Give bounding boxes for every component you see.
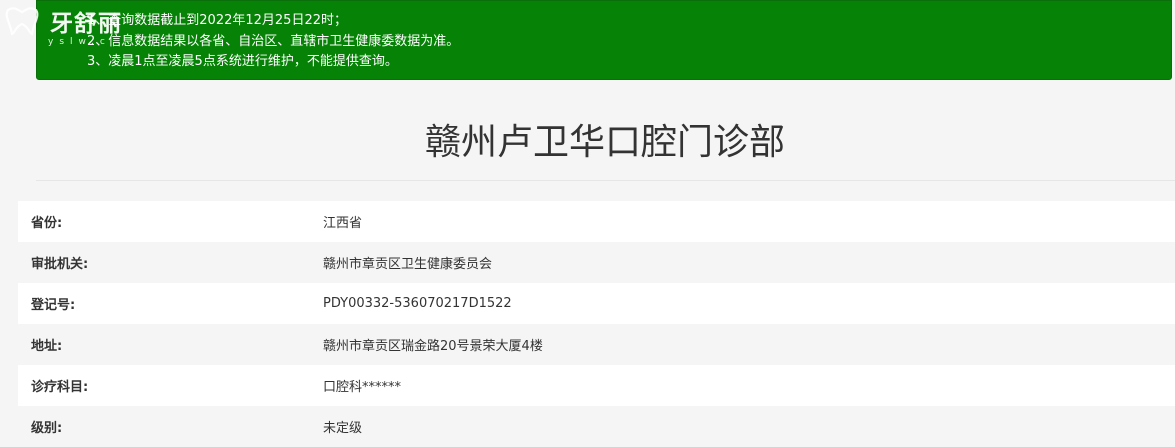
info-label: 诊疗科目: xyxy=(31,380,89,395)
info-row-level: 级别: 未定级 xyxy=(18,406,1175,447)
title-divider xyxy=(36,180,1175,181)
info-label: 地址: xyxy=(31,339,63,354)
info-value: 赣州市章贡区卫生健康委员会 xyxy=(323,257,493,272)
info-label: 审批机关: xyxy=(31,257,89,272)
tooth-logo-icon xyxy=(5,7,39,36)
info-row-province: 省份: 江西省 xyxy=(18,201,1175,242)
page-title: 赣州卢卫华口腔门诊部 xyxy=(424,122,785,163)
info-row-approval-authority: 审批机关: 赣州市章贡区卫生健康委员会 xyxy=(18,242,1175,283)
info-value: 未定级 xyxy=(323,421,363,436)
info-value: 赣州市章贡区瑞金路20号景荣大厦4楼 xyxy=(323,339,543,354)
info-value: PDY00332-536070217D1522 xyxy=(323,296,512,311)
info-row-departments: 诊疗科目: 口腔科****** xyxy=(18,365,1175,406)
notice-banner: 1、查询数据截止到2022年12月25日22时； 2、信息数据结果以各省、自治区… xyxy=(36,0,1172,80)
info-label: 级别: xyxy=(31,421,63,436)
info-label: 省份: xyxy=(31,216,63,231)
notice-line-2: 2、信息数据结果以各省、自治区、直辖市卫生健康委数据为准。 xyxy=(87,34,460,49)
info-row-address: 地址: 赣州市章贡区瑞金路20号景荣大厦4楼 xyxy=(18,324,1175,365)
info-label: 登记号: xyxy=(31,298,76,313)
info-value: 口腔科****** xyxy=(323,380,402,395)
info-value: 江西省 xyxy=(323,216,363,231)
notice-line-3: 3、凌晨1点至凌晨5点系统进行维护，不能提供查询。 xyxy=(87,54,398,69)
info-row-registration-number: 登记号: PDY00332-536070217D1522 xyxy=(18,283,1175,324)
notice-line-1: 1、查询数据截止到2022年12月25日22时； xyxy=(87,13,347,28)
info-table: 省份: 江西省 审批机关: 赣州市章贡区卫生健康委员会 登记号: PDY0033… xyxy=(18,201,1175,447)
